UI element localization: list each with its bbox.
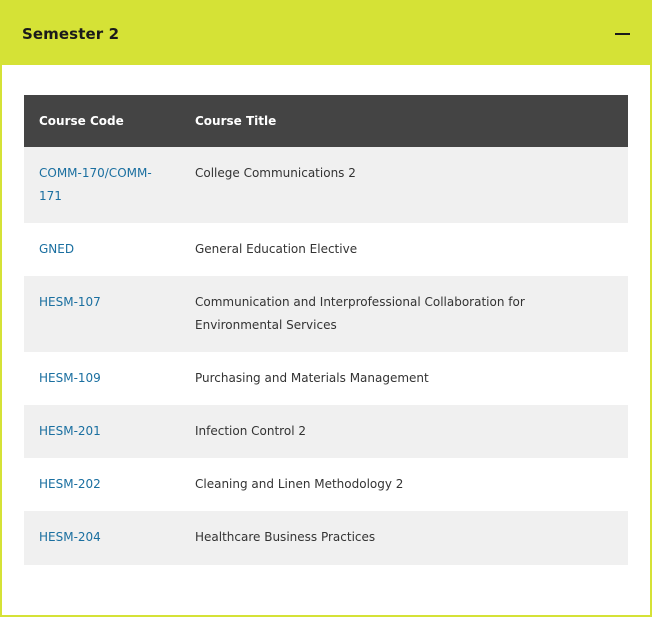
course-title-cell: Infection Control 2 (180, 405, 628, 458)
column-header-course-title: Course Title (180, 95, 628, 147)
table-row: COMM-170/COMM-171 College Communications… (24, 147, 628, 223)
course-code-link[interactable]: HESM-201 (39, 424, 101, 438)
course-table: Course Code Course Title COMM-170/COMM-1… (24, 95, 628, 565)
course-code-cell: HESM-109 (24, 352, 180, 405)
course-title-cell: Cleaning and Linen Methodology 2 (180, 458, 628, 511)
course-code-cell: HESM-202 (24, 458, 180, 511)
course-code-cell: HESM-201 (24, 405, 180, 458)
semester-panel: Semester 2 Course Code Course Title COMM… (0, 0, 652, 617)
course-title-cell: General Education Elective (180, 223, 628, 276)
column-header-course-code: Course Code (24, 95, 180, 147)
course-title-cell: Communication and Interprofessional Coll… (180, 276, 628, 352)
table-row: HESM-204 Healthcare Business Practices (24, 511, 628, 565)
table-row: HESM-109 Purchasing and Materials Manage… (24, 352, 628, 405)
course-table-container: Course Code Course Title COMM-170/COMM-1… (24, 95, 628, 565)
semester-title: Semester 2 (22, 24, 120, 43)
table-row: GNED General Education Elective (24, 223, 628, 276)
course-code-cell: GNED (24, 223, 180, 276)
course-code-link[interactable]: HESM-109 (39, 371, 101, 385)
table-row: HESM-201 Infection Control 2 (24, 405, 628, 458)
course-code-link[interactable]: HESM-204 (39, 530, 101, 544)
course-code-cell: HESM-107 (24, 276, 180, 352)
course-code-link[interactable]: HESM-202 (39, 477, 101, 491)
course-title-cell: Healthcare Business Practices (180, 511, 628, 565)
course-code-cell: COMM-170/COMM-171 (24, 147, 180, 223)
course-code-link[interactable]: COMM-170/COMM-171 (39, 166, 152, 203)
table-row: HESM-107 Communication and Interprofessi… (24, 276, 628, 352)
course-title-cell: Purchasing and Materials Management (180, 352, 628, 405)
semester-accordion-header[interactable]: Semester 2 (2, 2, 650, 65)
course-title-cell: College Communications 2 (180, 147, 628, 223)
minus-icon[interactable] (614, 26, 630, 42)
table-header-row: Course Code Course Title (24, 95, 628, 147)
course-code-link[interactable]: GNED (39, 242, 74, 256)
course-code-cell: HESM-204 (24, 511, 180, 565)
table-row: HESM-202 Cleaning and Linen Methodology … (24, 458, 628, 511)
course-code-link[interactable]: HESM-107 (39, 295, 101, 309)
